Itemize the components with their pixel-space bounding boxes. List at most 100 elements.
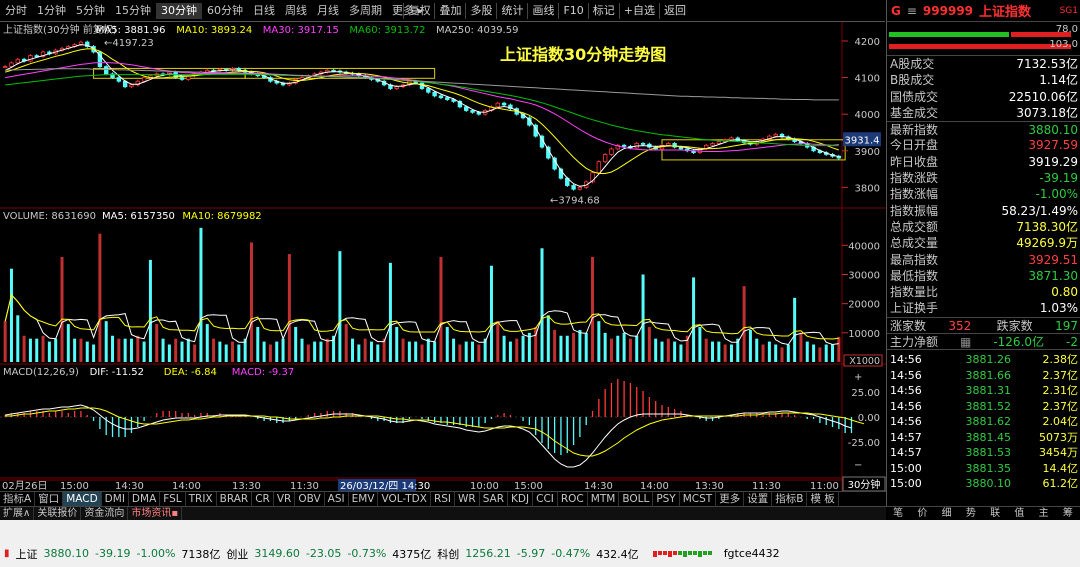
tool-button[interactable]: 统计 [496, 3, 527, 19]
bottom-tab[interactable]: 市场资讯▪ [128, 507, 183, 520]
volume-bar [603, 332, 607, 362]
indicator-tab[interactable]: FSL [160, 492, 186, 506]
indicator-tab[interactable]: 模 板 [807, 492, 839, 506]
x-axis-label: 14:30 [115, 481, 144, 491]
quote-tab[interactable]: 联 [983, 507, 1007, 520]
volume-bar [401, 338, 405, 362]
trade-volume: 2.31亿 [1042, 384, 1079, 398]
indicator-tab[interactable]: CR [252, 492, 274, 506]
indicator-tab[interactable]: OBV [295, 492, 325, 506]
indicator-tab[interactable]: BOLL [619, 492, 654, 506]
volume-bar [262, 341, 266, 362]
period-tab[interactable]: 15分钟 [110, 3, 156, 19]
indicator-tab[interactable]: SAR [480, 492, 509, 506]
bottom-tab[interactable]: 扩展∧ [0, 507, 35, 520]
quote-tab[interactable]: 细 [935, 507, 959, 520]
candle-body [501, 102, 507, 106]
volume-bar [831, 344, 835, 362]
trade-price: 3881.62 [965, 415, 1012, 429]
quote-tab[interactable]: 主 [1032, 507, 1056, 520]
quote-tab[interactable]: 势 [959, 507, 983, 520]
kline-chart[interactable]: 4200 4100 4000 3900 3800 40000 30000 20000 10000… [0, 22, 886, 491]
period-tab[interactable]: 日线 [248, 3, 280, 19]
price-tick-label: 3900 [855, 147, 880, 158]
indicator-tab[interactable]: MCST [680, 492, 717, 506]
indicator-tab[interactable]: DMI [102, 492, 129, 506]
tool-button[interactable]: 标记 [587, 3, 619, 19]
indicator-tab[interactable]: BRAR [217, 492, 253, 506]
quote-tab[interactable]: 价 [910, 507, 934, 520]
index-volume: 4375亿 [392, 547, 432, 561]
indicator-tab[interactable]: ASI [325, 492, 349, 506]
tool-button[interactable]: +自选 [618, 3, 659, 19]
trade-row: 14:56 3881.26 2.38亿 [887, 352, 1080, 368]
tool-button[interactable]: 多股 [465, 3, 496, 19]
indicator-tab[interactable]: VOL-TDX [378, 492, 431, 506]
volume-bar [515, 338, 519, 362]
indicator-tab[interactable]: RSI [431, 492, 455, 506]
indicator-tab[interactable]: 更多 [716, 492, 745, 506]
period-label[interactable]: 30分钟 [848, 478, 881, 491]
indicator-tab[interactable]: 指标A [0, 492, 36, 506]
period-tab[interactable]: 分时 [0, 3, 32, 19]
period-tab[interactable]: 周线 [280, 3, 312, 19]
period-tab[interactable]: 60分钟 [202, 3, 248, 19]
volume-bar [155, 324, 159, 362]
period-tab[interactable]: 多周期 [344, 3, 387, 19]
chart-toolbar: 分时 1分钟 5分钟 15分钟 30分钟 60分钟 日线 周线 月线 多周期 更多 ▸ 复权 叠加 多股… [0, 0, 885, 22]
indicator-tab[interactable]: 窗口 [35, 492, 64, 506]
indicator-tab[interactable]: DMA [129, 492, 161, 506]
volume-bar [799, 332, 803, 362]
indicator-tab[interactable]: WR [455, 492, 480, 506]
quote-label: 最新指数 [890, 123, 939, 138]
quote-tab[interactable]: 值 [1007, 507, 1031, 520]
bottom-tab[interactable]: 关联报价 [34, 507, 82, 520]
candle-body [666, 143, 671, 146]
menu-icon[interactable]: ≡ [907, 4, 917, 18]
bottom-tab[interactable]: 资金流向 [81, 507, 129, 520]
tool-button[interactable]: 复权 [403, 3, 434, 19]
quote-label: B股成交 [890, 73, 935, 88]
indicator-tab[interactable]: TRIX [186, 492, 217, 506]
volume-bar [47, 341, 51, 362]
indicator-tab[interactable]: CCI [533, 492, 558, 506]
indicator-tab[interactable]: VR [274, 492, 296, 506]
volume-bar [426, 338, 430, 362]
index-name[interactable]: 上证 [16, 546, 38, 562]
indicator-tab[interactable]: MTM [588, 492, 620, 506]
index-change: -39.19 [95, 547, 131, 560]
period-tab[interactable]: 月线 [312, 3, 344, 19]
tool-button[interactable]: 叠加 [434, 3, 465, 19]
indicator-tab[interactable]: 设置 [744, 492, 773, 506]
volume-bar [111, 335, 115, 362]
volume-bar [98, 233, 102, 362]
tool-button[interactable]: 返回 [659, 3, 690, 19]
candle-body [15, 58, 20, 64]
tool-button[interactable]: F10 [558, 3, 587, 19]
quote-value: 3927.59 [1028, 138, 1078, 153]
tool-button[interactable]: 画线 [527, 3, 558, 19]
period-tab[interactable]: 5分钟 [71, 3, 110, 19]
indicator-tab[interactable]: MACD [63, 492, 102, 506]
index-name[interactable]: 科创 [437, 546, 459, 562]
quote-row: 指数涨幅 -1.00% [887, 186, 1080, 202]
quote-tab[interactable]: 笔 [886, 507, 910, 520]
period-tab[interactable]: 1分钟 [32, 3, 71, 19]
trade-row: 14:57 3881.45 5073万 [887, 430, 1080, 446]
quote-tab[interactable]: 筹 [1056, 507, 1080, 520]
chart-icon[interactable]: ▦ [960, 334, 971, 349]
candle-body [470, 110, 475, 113]
indicator-tab[interactable]: ROC [558, 492, 588, 506]
trade-volume: 5073万 [1039, 430, 1078, 444]
quote-value: 7132.53亿 [1016, 57, 1078, 71]
indicator-tab[interactable]: EMV [349, 492, 379, 506]
indicator-tab[interactable]: KDJ [508, 492, 534, 506]
trade-time: 14:57 [890, 446, 922, 460]
indicator-tab[interactable]: 指标B [772, 492, 808, 506]
indicator-tab[interactable]: PSY [653, 492, 680, 506]
mini-bar [707, 550, 712, 555]
index-name[interactable]: 创业 [226, 546, 248, 562]
volume-bar [521, 335, 525, 362]
volume-bar [414, 341, 418, 362]
period-tab[interactable]: 30分钟 [156, 3, 202, 19]
